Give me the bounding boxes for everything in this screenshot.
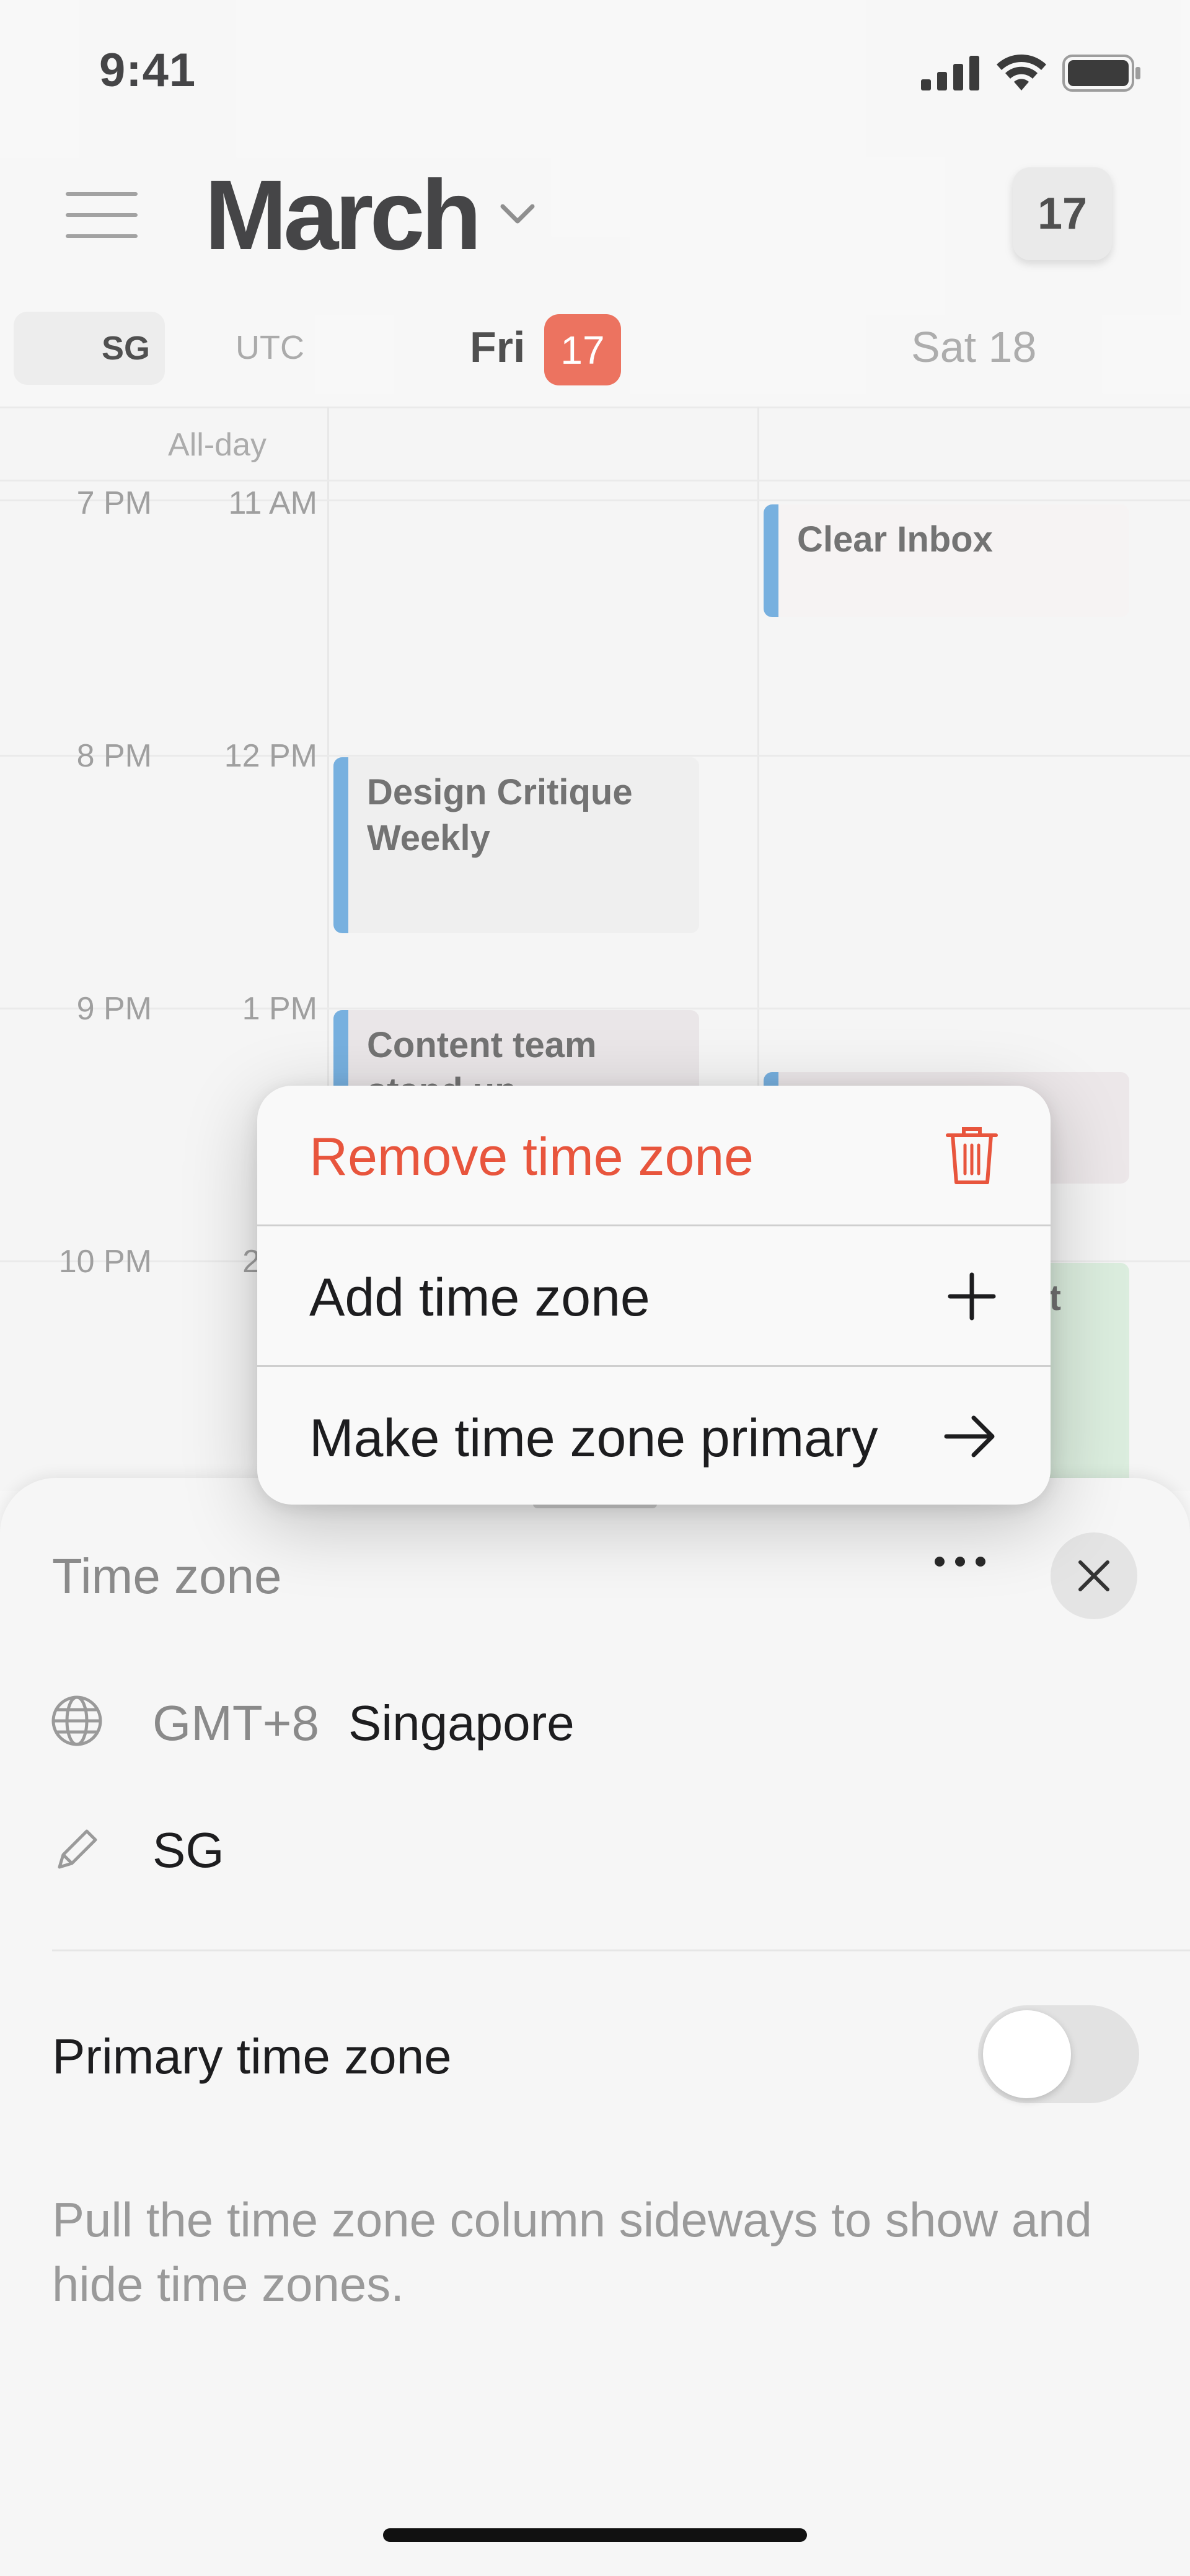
timezone-offset: GMT+8 xyxy=(152,1695,319,1751)
primary-timezone-toggle[interactable] xyxy=(978,2005,1139,2103)
globe-icon xyxy=(51,1695,102,1746)
sheet-title: Time zone xyxy=(52,1549,282,1604)
timezone-city[interactable]: Singapore xyxy=(348,1695,575,1752)
menu-item-label: Remove time zone xyxy=(309,1127,754,1187)
menu-item-add-timezone[interactable]: Add time zone xyxy=(257,1226,1051,1366)
more-icon[interactable] xyxy=(932,1552,988,1571)
close-button[interactable] xyxy=(1051,1532,1137,1619)
context-menu: Remove time zone Add time zone Make time… xyxy=(257,1086,1051,1505)
menu-item-make-primary[interactable]: Make time zone primary xyxy=(257,1367,1051,1505)
trash-icon xyxy=(946,1127,998,1184)
pencil-icon xyxy=(58,1829,97,1869)
divider xyxy=(52,1950,1190,1951)
home-indicator[interactable] xyxy=(383,2528,807,2542)
menu-item-label: Add time zone xyxy=(309,1268,650,1327)
menu-item-label: Make time zone primary xyxy=(309,1409,878,1468)
timezone-abbreviation-field[interactable]: SG xyxy=(152,1822,224,1879)
toggle-knob xyxy=(983,2010,1071,2098)
close-icon xyxy=(1078,1560,1109,1591)
plus-icon xyxy=(948,1272,996,1321)
primary-timezone-label: Primary time zone xyxy=(52,2029,452,2084)
arrow-right-icon xyxy=(944,1415,995,1457)
menu-item-remove-timezone[interactable]: Remove time zone xyxy=(257,1086,1051,1225)
help-text: Pull the time zone column sideways to sh… xyxy=(52,2192,1092,2311)
